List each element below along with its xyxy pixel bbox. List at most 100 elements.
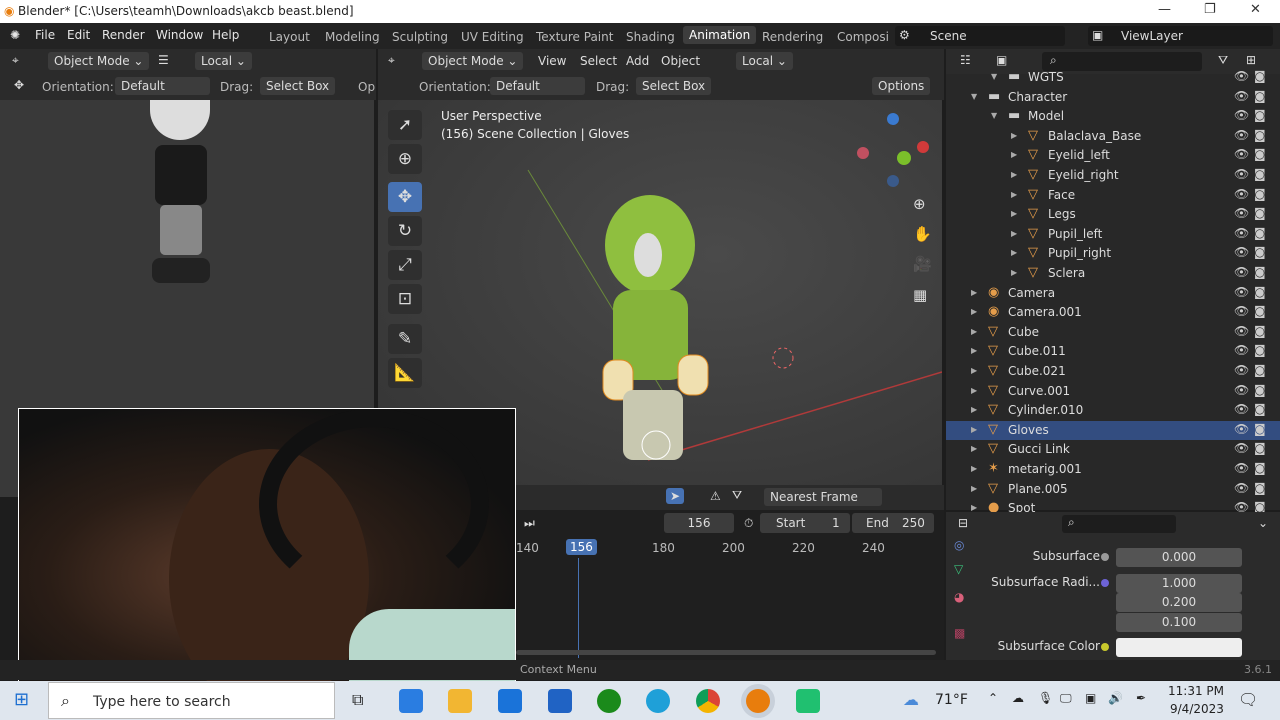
outliner-item[interactable]: ▼ ▬ Character 👁 ◙	[946, 88, 1280, 107]
expand-triangle-icon[interactable]: ▶	[971, 346, 977, 355]
expand-triangle-icon[interactable]: ▶	[971, 425, 977, 434]
select-icon[interactable]: ➤	[666, 488, 685, 504]
outliner-item[interactable]: ▶ ✶ metarig.001 👁 ◙	[946, 460, 1280, 479]
tab-layout[interactable]: Layout	[269, 30, 310, 44]
render-camera-icon[interactable]: ◙	[1254, 285, 1266, 299]
options-button[interactable]: Options	[872, 77, 931, 95]
filter-icon[interactable]: ⛛	[732, 488, 742, 503]
jump-end-icon[interactable]: ⏭	[524, 516, 535, 531]
render-camera-icon[interactable]: ◙	[1254, 304, 1266, 318]
eye-icon[interactable]: 👁	[1234, 363, 1249, 377]
eye-icon[interactable]: 👁	[1234, 402, 1249, 416]
expand-triangle-icon[interactable]: ▶	[971, 405, 977, 414]
outliner-item[interactable]: ▶ ▽ Legs 👁 ◙	[946, 205, 1280, 224]
expand-triangle-icon[interactable]: ▶	[1011, 170, 1017, 179]
tab-sculpting[interactable]: Sculpting	[392, 30, 448, 44]
eye-icon[interactable]: 👁	[1234, 108, 1249, 122]
outliner-item[interactable]: ▶ ▽ Cube.021 👁 ◙	[946, 362, 1280, 381]
onedrive-icon[interactable]: ☁	[1012, 691, 1024, 705]
weather-icon[interactable]: ☁	[903, 690, 919, 709]
tab-uv-editing[interactable]: UV Editing	[461, 30, 524, 44]
scale-tool-icon[interactable]: ⤢	[388, 250, 422, 280]
eye-icon[interactable]: 👁	[1234, 69, 1249, 83]
outliner[interactable]: ▼ ▬ WGTS 👁 ◙ ▼ ▬ Character 👁 ◙ ▼ ▬ Model 👁 ◙ ▶ ▽ Balaclav…	[946, 69, 1280, 515]
property-field[interactable]: 0.100	[1116, 612, 1242, 632]
pen-icon[interactable]: ✒	[1136, 691, 1146, 705]
tab-texture-paint[interactable]: Texture Paint	[536, 30, 613, 44]
render-camera-icon[interactable]: ◙	[1254, 108, 1266, 122]
select-tool-icon[interactable]: ➚	[388, 110, 422, 140]
render-camera-icon[interactable]: ◙	[1254, 206, 1266, 220]
close-button[interactable]: ✕	[1250, 2, 1261, 17]
property-field[interactable]: 0.000	[1116, 548, 1242, 567]
weather-temp[interactable]: 71°F	[935, 692, 968, 708]
socket-dot-icon[interactable]	[1101, 553, 1109, 561]
network-icon[interactable]: 🖵	[1060, 691, 1072, 706]
cursor-tool-icon[interactable]: ⊕	[388, 144, 422, 174]
windows-start-icon[interactable]: ⊞	[14, 689, 29, 710]
outliner-item[interactable]: ▶ ▽ Eyelid_left 👁 ◙	[946, 146, 1280, 165]
blender-menu-icon[interactable]: ✺	[10, 28, 20, 42]
render-camera-icon[interactable]: ◙	[1254, 324, 1266, 338]
eye-icon[interactable]: 👁	[1234, 206, 1249, 220]
menu-add[interactable]: Add	[626, 54, 649, 68]
expand-triangle-icon[interactable]: ▼	[991, 72, 997, 81]
menu-window[interactable]: Window	[156, 28, 203, 42]
tab-modeling[interactable]: Modeling	[325, 30, 380, 44]
expand-triangle-icon[interactable]: ▶	[971, 386, 977, 395]
editor-type-icon[interactable]: ⌖	[388, 53, 395, 68]
properties-editor-icon[interactable]: ⊟	[958, 516, 968, 530]
eye-icon[interactable]: 👁	[1234, 343, 1249, 357]
socket-dot-icon[interactable]	[1101, 643, 1109, 651]
expand-triangle-icon[interactable]: ▶	[971, 484, 977, 493]
menu-object[interactable]: Object	[661, 54, 700, 68]
eye-icon[interactable]: 👁	[1234, 187, 1249, 201]
main-mode-dropdown[interactable]: Object Mode ⌄	[422, 52, 524, 70]
expand-triangle-icon[interactable]: ▶	[971, 288, 977, 297]
timeline[interactable]: ⏭ 156 ⏱ Start 1 End 250 140 180 200 220 24…	[516, 510, 944, 660]
eye-icon[interactable]: 👁	[1234, 265, 1249, 279]
menu-file[interactable]: File	[35, 28, 55, 42]
outliner-item[interactable]: ▶ ▽ Pupil_left 👁 ◙	[946, 225, 1280, 244]
tab-shading[interactable]: Shading	[626, 30, 675, 44]
left-orientation-dropdown[interactable]: Default	[115, 77, 210, 95]
expand-triangle-icon[interactable]: ▶	[1011, 150, 1017, 159]
chevron-up-icon[interactable]: ⌃	[988, 691, 998, 705]
eye-icon[interactable]: 👁	[1234, 147, 1249, 161]
move-tool-icon[interactable]: ✥	[388, 182, 422, 212]
main-orientation-dropdown[interactable]: Default	[490, 77, 585, 95]
eye-icon[interactable]: 👁	[1234, 285, 1249, 299]
render-camera-icon[interactable]: ◙	[1254, 441, 1266, 455]
start-frame-field[interactable]: Start 1	[760, 513, 850, 533]
outliner-item[interactable]: ▶ ▽ Eyelid_right 👁 ◙	[946, 166, 1280, 185]
expand-triangle-icon[interactable]: ▶	[971, 327, 977, 336]
outliner-item[interactable]: ▶ ▽ Cube.011 👁 ◙	[946, 342, 1280, 361]
render-camera-icon[interactable]: ◙	[1254, 402, 1266, 416]
menu-help[interactable]: Help	[212, 28, 239, 42]
minimize-button[interactable]: —	[1158, 2, 1171, 17]
outliner-item[interactable]: ▶ ◉ Camera 👁 ◙	[946, 284, 1280, 303]
eye-icon[interactable]: 👁	[1234, 422, 1249, 436]
camera-icon[interactable]: ▣	[1085, 691, 1096, 705]
render-camera-icon[interactable]: ◙	[1254, 363, 1266, 377]
keying-dropdown[interactable]: Nearest Frame	[764, 488, 882, 506]
outliner-item[interactable]: ▶ ▽ Cube 👁 ◙	[946, 323, 1280, 342]
main-transform-dropdown[interactable]: Local ⌄	[736, 52, 793, 70]
expand-triangle-icon[interactable]: ▼	[971, 92, 977, 101]
task-view-icon[interactable]: ⧉	[352, 690, 363, 710]
filter-icon[interactable]: ⛛	[1218, 53, 1228, 68]
expand-triangle-icon[interactable]: ▼	[991, 111, 997, 120]
taskbar-search-input[interactable]: ⌕ Type here to search	[48, 682, 335, 719]
outliner-item[interactable]: ▶ ▽ Sclera 👁 ◙	[946, 264, 1280, 283]
tab-compositing[interactable]: Composi	[837, 30, 889, 44]
blender-taskbar-icon[interactable]	[746, 689, 770, 713]
expand-triangle-icon[interactable]: ▶	[971, 366, 977, 375]
expand-triangle-icon[interactable]: ▶	[1011, 209, 1017, 218]
outliner-item[interactable]: ▶ ◉ Camera.001 👁 ◙	[946, 303, 1280, 322]
render-camera-icon[interactable]: ◙	[1254, 481, 1266, 495]
file-explorer-icon[interactable]	[448, 689, 472, 713]
render-camera-icon[interactable]: ◙	[1254, 187, 1266, 201]
eye-icon[interactable]: 👁	[1234, 481, 1249, 495]
camera-view-icon[interactable]: 🎥	[913, 255, 932, 273]
render-camera-icon[interactable]: ◙	[1254, 89, 1266, 103]
